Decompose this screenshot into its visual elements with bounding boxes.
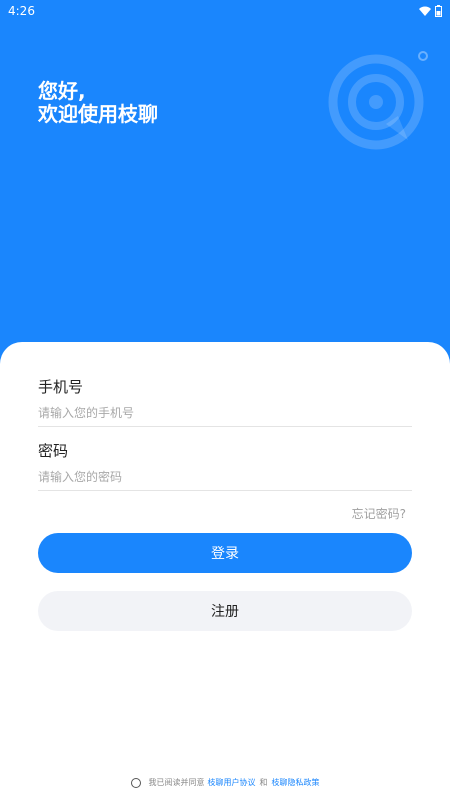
register-button[interactable]: 注册	[38, 591, 412, 631]
password-label: 密码	[38, 442, 69, 460]
password-underline	[38, 490, 412, 491]
status-icons	[419, 5, 442, 17]
agreement-checkbox[interactable]	[130, 777, 141, 788]
phone-underline	[38, 426, 412, 427]
phone-label: 手机号	[38, 378, 84, 396]
greeting: 您好, 欢迎使用枝聊	[38, 80, 158, 126]
app-logo-watermark-icon	[328, 51, 428, 150]
greeting-line2: 欢迎使用枝聊	[38, 102, 158, 126]
phone-input[interactable]	[38, 406, 412, 420]
agreement-prefix: 我已阅读并同意	[148, 778, 205, 787]
wifi-icon	[419, 6, 431, 16]
password-input[interactable]	[38, 470, 412, 484]
status-bar: 4:26	[0, 0, 450, 22]
login-card: 手机号 密码 忘记密码? 登录 注册 我已阅读并同意 枝聊用户协议 和 枝聊隐私…	[0, 342, 450, 800]
status-time: 4:26	[8, 4, 35, 18]
phone-field: 手机号	[38, 376, 412, 420]
password-field: 密码	[38, 440, 412, 484]
login-button[interactable]: 登录	[38, 533, 412, 573]
greeting-line1: 您好,	[38, 79, 86, 103]
agreement-conjunction: 和	[259, 778, 268, 787]
battery-icon	[435, 5, 442, 17]
forgot-password-link[interactable]: 忘记密码?	[352, 505, 406, 522]
agreement-row: 我已阅读并同意 枝聊用户协议 和 枝聊隐私政策	[0, 777, 450, 788]
user-agreement-link[interactable]: 枝聊用户协议	[208, 777, 256, 788]
privacy-policy-link[interactable]: 枝聊隐私政策	[272, 777, 320, 788]
